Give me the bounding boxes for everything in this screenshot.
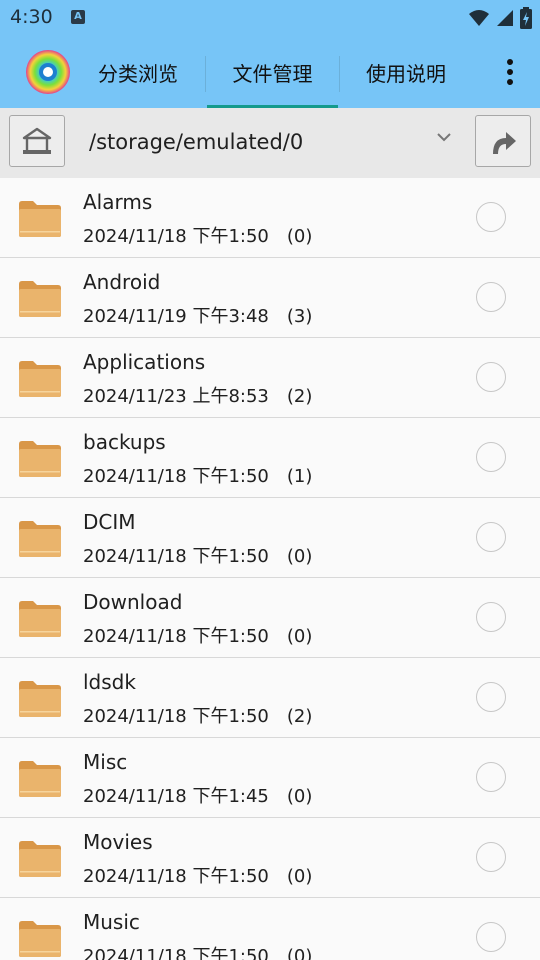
- tab-instructions[interactable]: 使用说明: [350, 36, 462, 108]
- item-count: (0): [286, 546, 313, 567]
- home-icon: [22, 127, 52, 154]
- tab-label: 文件管理: [232, 61, 313, 86]
- file-meta: 2024/11/18 下午1:50 (0): [83, 862, 312, 888]
- app-logo-icon: [26, 50, 70, 94]
- list-item[interactable]: backups 2024/11/18 下午1:50 (1): [0, 418, 540, 498]
- tab-file-manager[interactable]: 文件管理: [207, 36, 338, 108]
- folder-icon: [19, 361, 61, 397]
- folder-icon: [19, 761, 61, 797]
- file-meta: 2024/11/18 下午1:50 (0): [83, 942, 312, 960]
- file-date: 2024/11/18 下午1:50: [83, 626, 269, 647]
- list-item[interactable]: Misc 2024/11/18 下午1:45 (0): [0, 738, 540, 818]
- list-item[interactable]: Android 2024/11/19 下午3:48 (3): [0, 258, 540, 338]
- file-date: 2024/11/18 下午1:45: [83, 786, 269, 807]
- tab-label: 分类浏览: [98, 61, 178, 86]
- item-count: (3): [286, 306, 313, 327]
- list-item[interactable]: DCIM 2024/11/18 下午1:50 (0): [0, 498, 540, 578]
- item-count: (2): [286, 386, 313, 407]
- item-count: (0): [286, 626, 313, 647]
- file-meta: 2024/11/19 下午3:48 (3): [83, 302, 312, 328]
- item-count: (0): [286, 866, 313, 887]
- file-meta: 2024/11/18 下午1:50 (0): [83, 222, 312, 248]
- file-name: DCIM: [83, 510, 136, 534]
- select-radio[interactable]: [476, 682, 506, 712]
- file-meta: 2024/11/23 上午8:53 (2): [83, 382, 312, 408]
- file-meta: 2024/11/18 下午1:50 (0): [83, 622, 312, 648]
- file-date: 2024/11/23 上午8:53: [83, 386, 269, 407]
- tab-label: 使用说明: [366, 61, 446, 86]
- file-name: Misc: [83, 750, 128, 774]
- file-name: Download: [83, 590, 183, 614]
- tab-divider: [205, 56, 206, 92]
- list-item[interactable]: ldsdk 2024/11/18 下午1:50 (2): [0, 658, 540, 738]
- item-count: (2): [286, 706, 313, 727]
- notification-icon: A: [71, 10, 85, 24]
- list-item[interactable]: Alarms 2024/11/18 下午1:50 (0): [0, 178, 540, 258]
- file-meta: 2024/11/18 下午1:45 (0): [83, 782, 312, 808]
- list-item[interactable]: Movies 2024/11/18 下午1:50 (0): [0, 818, 540, 898]
- folder-icon: [19, 681, 61, 717]
- file-date: 2024/11/19 下午3:48: [83, 306, 269, 327]
- file-name: Alarms: [83, 190, 153, 214]
- app-bar: 分类浏览 文件管理 使用说明: [0, 36, 540, 108]
- item-count: (0): [286, 946, 313, 960]
- parent-directory-button[interactable]: [475, 115, 531, 167]
- status-icons: [468, 7, 532, 29]
- file-date: 2024/11/18 下午1:50: [83, 226, 269, 247]
- file-name: Music: [83, 910, 140, 934]
- up-arrow-icon: [493, 132, 516, 154]
- select-radio[interactable]: [476, 842, 506, 872]
- file-date: 2024/11/18 下午1:50: [83, 946, 269, 960]
- select-radio[interactable]: [476, 202, 506, 232]
- tab-divider: [339, 56, 340, 92]
- current-path[interactable]: /storage/emulated/0: [89, 130, 303, 154]
- item-count: (1): [286, 466, 313, 487]
- more-options-icon[interactable]: [506, 58, 514, 86]
- file-meta: 2024/11/18 下午1:50 (1): [83, 462, 312, 488]
- status-bar: 4:30 A: [0, 0, 540, 36]
- select-radio[interactable]: [476, 762, 506, 792]
- list-item[interactable]: Applications 2024/11/23 上午8:53 (2): [0, 338, 540, 418]
- file-list: Alarms 2024/11/18 下午1:50 (0) Android 2024/11…: [0, 178, 540, 960]
- select-radio[interactable]: [476, 922, 506, 952]
- path-bar: /storage/emulated/0: [0, 108, 540, 178]
- tab-category-browse[interactable]: 分类浏览: [82, 36, 194, 108]
- item-count: (0): [286, 786, 313, 807]
- file-date: 2024/11/18 下午1:50: [83, 546, 269, 567]
- list-item[interactable]: Music 2024/11/18 下午1:50 (0): [0, 898, 540, 960]
- chevron-down-icon[interactable]: [437, 132, 451, 142]
- file-name: backups: [83, 430, 166, 454]
- select-radio[interactable]: [476, 522, 506, 552]
- status-time: 4:30: [10, 6, 53, 28]
- home-button[interactable]: [9, 115, 65, 167]
- folder-icon: [19, 201, 61, 237]
- file-date: 2024/11/18 下午1:50: [83, 866, 269, 887]
- folder-icon: [19, 521, 61, 557]
- file-name: Movies: [83, 830, 153, 854]
- select-radio[interactable]: [476, 362, 506, 392]
- folder-icon: [19, 921, 61, 957]
- file-date: 2024/11/18 下午1:50: [83, 706, 269, 727]
- battery-icon: [520, 7, 532, 29]
- folder-icon: [19, 281, 61, 317]
- folder-icon: [19, 841, 61, 877]
- file-name: ldsdk: [83, 670, 136, 694]
- file-name: Applications: [83, 350, 206, 374]
- folder-icon: [19, 441, 61, 477]
- file-meta: 2024/11/18 下午1:50 (2): [83, 702, 312, 728]
- select-radio[interactable]: [476, 602, 506, 632]
- item-count: (0): [286, 226, 313, 247]
- file-name: Android: [83, 270, 161, 294]
- folder-icon: [19, 601, 61, 637]
- wifi-icon: [469, 10, 489, 26]
- select-radio[interactable]: [476, 442, 506, 472]
- select-radio[interactable]: [476, 282, 506, 312]
- file-meta: 2024/11/18 下午1:50 (0): [83, 542, 312, 568]
- signal-icon: [497, 10, 513, 26]
- list-item[interactable]: Download 2024/11/18 下午1:50 (0): [0, 578, 540, 658]
- file-date: 2024/11/18 下午1:50: [83, 466, 269, 487]
